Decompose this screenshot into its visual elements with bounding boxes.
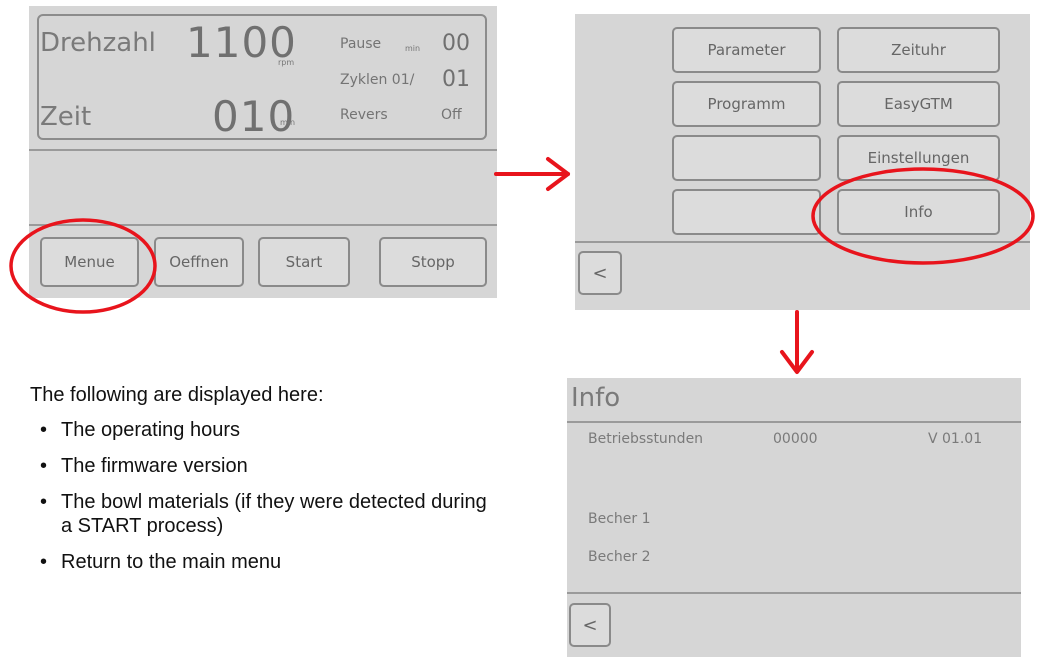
arrow-down-icon	[780, 310, 814, 374]
displayed-items-list: The operating hours The firmware version…	[30, 418, 500, 586]
list-item: The bowl materials (if they were detecte…	[30, 490, 500, 538]
list-item: Return to the main menu	[30, 550, 500, 574]
arrow-right-icon	[494, 157, 570, 191]
list-item: The firmware version	[30, 454, 500, 478]
highlight-circle-menu	[9, 218, 157, 314]
intro-text: The following are displayed here:	[30, 384, 324, 406]
list-item: The operating hours	[30, 418, 500, 442]
highlight-circle-info	[811, 167, 1035, 265]
